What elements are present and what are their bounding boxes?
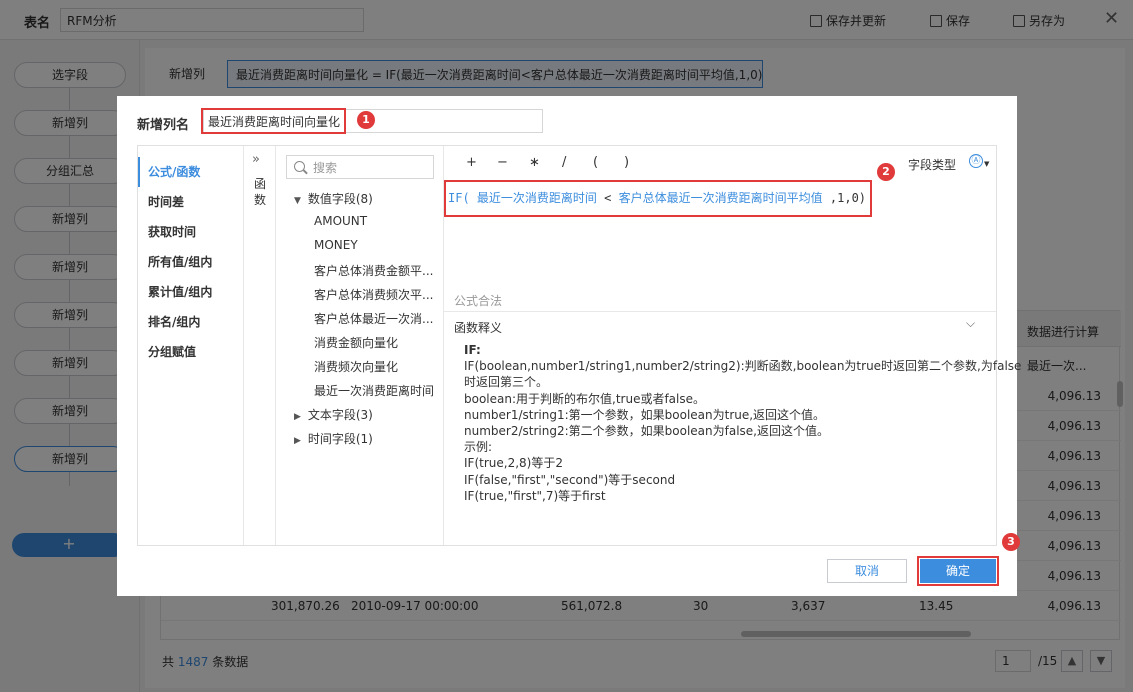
function-tab[interactable]: » 函数 [244,146,276,545]
explain-title: 函数释义 [454,321,503,335]
explain-line: number1/string1:第一个参数，如果boolean为true,返回这… [464,407,826,422]
field-type-label: 字段类型 [908,158,957,172]
explain-line: 时返回第三个。 [464,375,549,390]
new-column-dialog: 新增列名 最近消费距离时间向量化 1 公式/函数 时间差 获取时间 所有值/组内… [117,96,1022,596]
search-icon [294,161,305,172]
step-marker-1: 1 [357,111,375,129]
divide-button[interactable]: / [562,155,566,170]
multiply-button[interactable]: ∗ [529,155,540,170]
field-item[interactable]: 消费频次向量化 [314,358,442,375]
caret-down-icon[interactable]: ▼ [984,160,989,168]
category-group-assign[interactable]: 分组赋值 [138,337,244,367]
explain-line: IF(true,2,8)等于2 [464,456,563,471]
field-item[interactable]: 最近一次消费距离时间 [314,382,442,399]
explain-line: 示例: [464,440,493,455]
search-input[interactable]: 搜索 [286,155,434,179]
field-type-icon[interactable]: Ⓐ [969,154,983,168]
category-get-time[interactable]: 获取时间 [138,217,244,247]
field-item[interactable]: 客户总体消费金额平... [314,262,442,279]
explain-line: IF(boolean,number1/string1,number2/strin… [464,359,1022,374]
category-all-values[interactable]: 所有值/组内 [138,247,244,277]
function-tab-label: 函数 [254,177,267,207]
explain-line: IF: [464,343,481,357]
plus-button[interactable]: + [466,155,477,170]
explain-line: IF(true,"first",7)等于first [464,488,606,503]
tree-group-label: 文本字段(3) [307,408,373,422]
column-name-label: 新增列名 [137,118,190,133]
minus-button[interactable]: − [497,155,508,170]
field-panel: 搜索 ▼ 数值字段(8) AMOUNT MONEY 客户总体消费金额平... 客… [276,146,444,545]
field-item[interactable]: MONEY [314,238,442,252]
category-time-diff[interactable]: 时间差 [138,187,244,217]
caret-right-icon: ▶ [294,436,301,446]
field-item[interactable]: AMOUNT [314,214,442,228]
function-category-list: 公式/函数 时间差 获取时间 所有值/组内 累计值/组内 排名/组内 分组赋值 [138,146,244,545]
category-formula[interactable]: 公式/函数 [138,157,244,187]
chevron-down-icon[interactable]: ⌵ [966,316,975,331]
category-cumulative[interactable]: 累计值/组内 [138,277,244,307]
tree-group-time[interactable]: ▶ 时间字段(1) [294,430,373,447]
right-paren-button[interactable]: ) [624,155,629,170]
tree-group-label: 数值字段(8) [307,192,373,206]
field-item[interactable]: 客户总体消费频次平... [314,286,442,303]
highlight-column-name [201,108,346,134]
left-paren-button[interactable]: ( [593,155,598,170]
explain-line: boolean:用于判断的布尔值,true或者false。 [464,391,706,406]
explain-line: number2/string2:第二个参数，如果boolean为false,返回… [464,424,829,439]
field-item[interactable]: 客户总体最近一次消... [314,310,442,327]
function-explanation: IF: IF(boolean,number1/string1,number2/s… [464,342,1022,504]
field-item[interactable]: 消费金额向量化 [314,334,442,351]
tree-group-label: 时间字段(1) [307,432,373,446]
formula-status: 公式合法 [454,294,503,308]
explain-line: IF(false,"first","second")等于second [464,472,676,487]
tree-group-text[interactable]: ▶ 文本字段(3) [294,406,373,423]
explain-header[interactable]: 函数释义 ⌵ [444,311,996,339]
step-marker-3: 3 [1002,533,1020,551]
caret-down-icon: ▼ [294,196,301,206]
highlight-formula [444,180,872,217]
tree-group-numeric[interactable]: ▼ 数值字段(8) [294,190,373,207]
cancel-button[interactable]: 取消 [827,559,907,583]
expand-icon[interactable]: » [252,152,260,167]
operator-bar: + − ∗ / ( ) 字段类型 Ⓐ ▼ [444,146,996,180]
highlight-ok [917,556,999,586]
caret-right-icon: ▶ [294,412,301,422]
step-marker-2: 2 [877,163,895,181]
category-rank[interactable]: 排名/组内 [138,307,244,337]
